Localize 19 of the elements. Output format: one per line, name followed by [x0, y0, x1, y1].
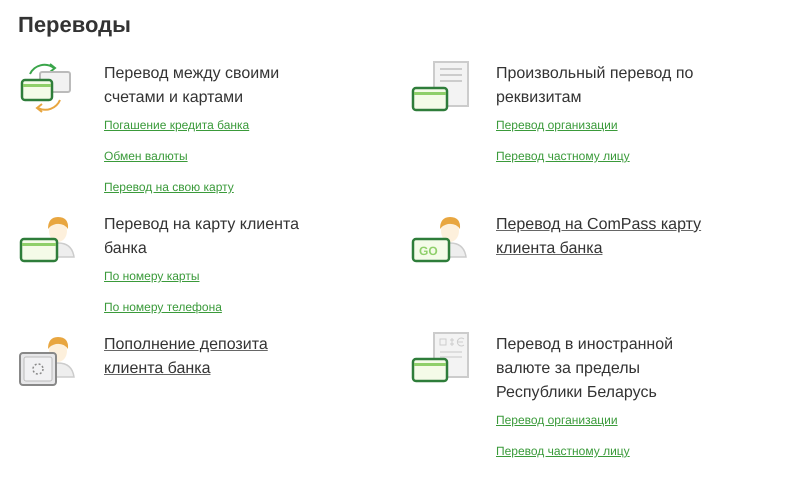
item-title: Произвольный перевод по реквизитам — [496, 64, 694, 108]
page-title: Переводы — [18, 12, 132, 38]
icon-label: GO — [419, 244, 438, 258]
item-title: Перевод на карту клиента банка — [104, 215, 300, 259]
sub-link[interactable]: Перевод организации — [496, 411, 618, 430]
sub-link[interactable]: По номеру телефона — [104, 298, 222, 317]
currency-document-card-icon — [410, 331, 470, 385]
sub-link[interactable]: По номеру карты — [104, 267, 200, 286]
item-title: Перевод между своими счетами и картами — [104, 64, 280, 108]
sub-link[interactable]: Перевод частному лицу — [496, 442, 630, 461]
sub-link[interactable]: Погашение кредита банка — [104, 116, 250, 135]
item-title-link[interactable]: Пополнение депозита клиента банка — [104, 333, 329, 381]
item-title-link[interactable]: Перевод на ComPass карту клиента банка — [496, 213, 721, 261]
sub-link[interactable]: Перевод организации — [496, 116, 618, 135]
sub-link[interactable]: Перевод частному лицу — [496, 147, 630, 166]
item-title: Перевод в иностранной валюте за пределы Республики Беларусь — [496, 335, 674, 403]
sub-link[interactable]: Перевод на свою карту — [104, 178, 234, 197]
document-card-icon — [410, 60, 470, 114]
sub-link[interactable]: Обмен валюты — [104, 147, 188, 166]
